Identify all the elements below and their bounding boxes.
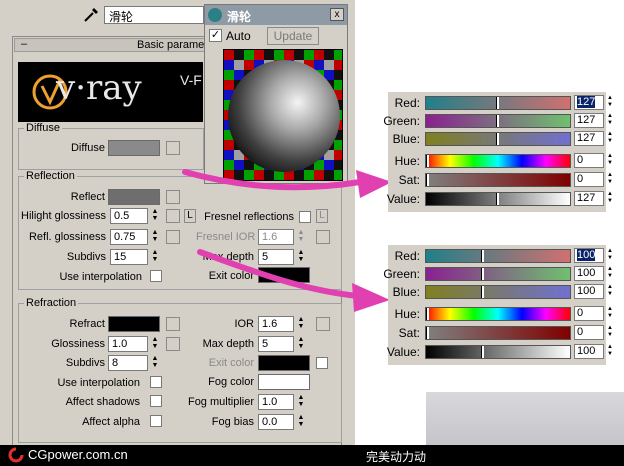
color1-green-label: Green: xyxy=(383,114,420,128)
color1-green-value-text: 127 xyxy=(577,114,596,126)
color1-sat-value[interactable]: 0 xyxy=(574,172,604,187)
color1-red-value[interactable]: 127 xyxy=(574,95,604,110)
color1-hue-slider[interactable] xyxy=(425,154,571,168)
color1-red-value-text: 127 xyxy=(577,96,596,108)
color2-red-value[interactable]: 100 xyxy=(574,248,604,263)
color2-green-slider[interactable] xyxy=(425,267,571,281)
color2-hue-slider[interactable] xyxy=(425,307,571,321)
color2-value-label: Value: xyxy=(386,345,420,359)
color2-red-spinner[interactable]: ▲ ▼ xyxy=(606,248,614,263)
color1-hue-value-text: 0 xyxy=(577,154,584,166)
color2-blue-spinner[interactable]: ▲ ▼ xyxy=(606,284,614,299)
color2-blue-slider-handle[interactable] xyxy=(481,286,484,298)
color2-sat-value[interactable]: 0 xyxy=(574,325,604,340)
color2-red-label: Red: xyxy=(394,249,420,263)
color1-hue-value[interactable]: 0 xyxy=(574,153,604,168)
color2-red-slider-handle[interactable] xyxy=(481,250,484,262)
color1-green-spinner[interactable]: ▲ ▼ xyxy=(606,113,614,128)
color2-green-value-text: 100 xyxy=(577,267,596,279)
color2-sat-label: Sat: xyxy=(398,326,420,340)
color-selector-2: Red: 100 ▲ ▼ Green: 100 ▲ ▼ Blue: 100 ▲ ▼ Hue: 0 ▲ ▼ Sat… xyxy=(383,245,613,365)
color2-sat-value-text: 0 xyxy=(577,326,584,338)
color1-sat-slider-handle[interactable] xyxy=(426,174,429,186)
color1-value-slider[interactable] xyxy=(425,192,571,206)
color2-green-label: Green: xyxy=(383,267,420,281)
color1-hue-spinner[interactable]: ▲ ▼ xyxy=(606,153,614,168)
color2-value-slider-handle[interactable] xyxy=(481,346,484,358)
color2-blue-value-text: 100 xyxy=(577,285,596,297)
color1-green-value[interactable]: 127 xyxy=(574,113,604,128)
color1-red-spinner[interactable]: ▲ ▼ xyxy=(606,95,614,110)
background-gradient xyxy=(426,392,624,446)
color2-sat-slider[interactable] xyxy=(425,326,571,340)
color2-hue-label: Hue: xyxy=(394,307,420,321)
color2-hue-spinner[interactable]: ▲ ▼ xyxy=(606,306,614,321)
color1-red-slider[interactable] xyxy=(425,96,571,110)
color1-sat-label: Sat: xyxy=(398,173,420,187)
color2-value-slider[interactable] xyxy=(425,345,571,359)
color1-value-spinner[interactable]: ▲ ▼ xyxy=(606,191,614,206)
cgpower-logo-icon xyxy=(8,447,24,463)
color1-blue-spinner[interactable]: ▲ ▼ xyxy=(606,131,614,146)
color2-green-slider-handle[interactable] xyxy=(481,268,484,280)
color1-hue-slider-handle[interactable] xyxy=(426,155,429,167)
color1-sat-value-text: 0 xyxy=(577,173,584,185)
color2-blue-label: Blue: xyxy=(392,285,420,299)
color1-red-slider-handle[interactable] xyxy=(496,97,499,109)
color2-hue-slider-handle[interactable] xyxy=(426,308,429,320)
color2-sat-slider-handle[interactable] xyxy=(426,327,429,339)
color1-value-slider-handle[interactable] xyxy=(496,193,499,205)
color1-blue-value[interactable]: 127 xyxy=(574,131,604,146)
color1-red-label: Red: xyxy=(394,96,420,110)
color2-value-value-text: 100 xyxy=(577,345,596,357)
footer-site: CGpower.com.cn xyxy=(28,447,128,462)
color2-red-value-text: 100 xyxy=(577,249,596,261)
color2-green-spinner[interactable]: ▲ ▼ xyxy=(606,266,614,281)
footer-bar: CGpower.com.cn 完美动力动 xyxy=(0,445,624,466)
color2-sat-spinner[interactable]: ▲ ▼ xyxy=(606,325,614,340)
color-selector-1: Red: 127 ▲ ▼ Green: 127 ▲ ▼ Blue: 127 ▲ ▼ Hue: 0 ▲ ▼ Sat… xyxy=(383,92,613,212)
color1-blue-slider-handle[interactable] xyxy=(496,133,499,145)
color1-sat-slider[interactable] xyxy=(425,173,571,187)
color1-hue-label: Hue: xyxy=(394,154,420,168)
color1-blue-slider[interactable] xyxy=(425,132,571,146)
color2-red-slider[interactable] xyxy=(425,249,571,263)
color1-blue-label: Blue: xyxy=(392,132,420,146)
footer-right-text: 完美动力动 xyxy=(366,450,427,464)
color1-blue-value-text: 127 xyxy=(577,132,596,144)
color1-value-value-text: 127 xyxy=(577,192,596,204)
color2-blue-value[interactable]: 100 xyxy=(574,284,604,299)
color2-green-value[interactable]: 100 xyxy=(574,266,604,281)
color1-green-slider[interactable] xyxy=(425,114,571,128)
color2-blue-slider[interactable] xyxy=(425,285,571,299)
color2-hue-value-text: 0 xyxy=(577,307,584,319)
color1-sat-spinner[interactable]: ▲ ▼ xyxy=(606,172,614,187)
color1-green-slider-handle[interactable] xyxy=(496,115,499,127)
color1-value-label: Value: xyxy=(386,192,420,206)
color2-value-spinner[interactable]: ▲ ▼ xyxy=(606,344,614,359)
color2-hue-value[interactable]: 0 xyxy=(574,306,604,321)
color1-value-value[interactable]: 127 xyxy=(574,191,604,206)
color2-value-value[interactable]: 100 xyxy=(574,344,604,359)
